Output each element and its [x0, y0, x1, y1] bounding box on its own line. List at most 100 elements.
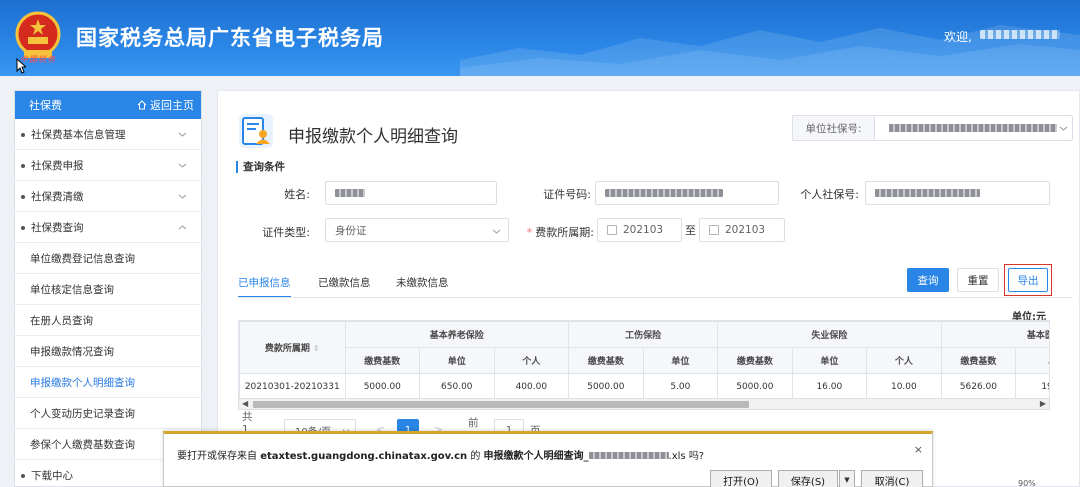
- document-user-icon: [239, 114, 273, 148]
- scrollbar-thumb[interactable]: [253, 401, 749, 408]
- query-conditions-label: 查询条件: [236, 161, 285, 173]
- detail-table: 费款所属期 ⇕ 基本养老保险 工伤保险 失业保险 基本医疗保险(二 缴费基数 单…: [238, 320, 1050, 400]
- personal-social-number-input[interactable]: [865, 181, 1050, 205]
- unit-social-number-select[interactable]: 单位社保号:: [792, 115, 1073, 141]
- return-home-label: 返回主页: [150, 99, 194, 112]
- table-cell: 5000.00: [344, 373, 421, 399]
- table-cell: 5000.00: [717, 373, 793, 399]
- id-number-label: 证件号码:: [543, 188, 591, 201]
- column-header-period[interactable]: 费款所属期 ⇕: [239, 321, 346, 374]
- download-notification-bar: 要打开或保存来自 etaxtest.guangdong.chinatax.gov…: [163, 431, 933, 487]
- column-header: 缴费基数: [940, 347, 1017, 374]
- calendar-icon: [709, 225, 719, 235]
- name-input[interactable]: [325, 181, 497, 205]
- scroll-right-icon[interactable]: ▶: [1040, 399, 1046, 409]
- column-header: 单位: [642, 347, 719, 374]
- tab-declared[interactable]: 已申报信息: [238, 275, 291, 298]
- sidebar: 社保费 返回主页 社保费基本信息管理 社保费申报 社保费清缴 社保费查询 单位缴…: [14, 90, 202, 487]
- period-to-input[interactable]: 202103: [699, 218, 785, 242]
- zoom-level[interactable]: 90%: [1018, 479, 1036, 487]
- column-group-pension: 基本养老保险: [344, 321, 570, 348]
- id-type-value: 身份证: [335, 224, 367, 237]
- chevron-down-icon: [1059, 126, 1068, 131]
- sidebar-header: 社保费 返回主页: [15, 91, 201, 119]
- period-from-input[interactable]: 202103: [597, 218, 682, 242]
- download-message: 要打开或保存来自 etaxtest.guangdong.chinatax.gov…: [177, 451, 705, 462]
- period-to-separator: 至: [685, 224, 696, 237]
- chevron-up-icon: [178, 224, 187, 229]
- tabs-divider: [238, 297, 1073, 298]
- table-row: 20210301-20210331 5000.00 650.00 400.00 …: [239, 373, 1049, 399]
- welcome-text: 欢迎,: [944, 30, 972, 44]
- column-header: 个人: [866, 347, 942, 374]
- mouse-cursor-icon: [16, 58, 26, 74]
- download-filename-masked: [588, 452, 669, 459]
- chevron-down-icon: [178, 163, 187, 168]
- table-cell: 20210301-20210331: [239, 373, 346, 399]
- column-group-unemployment: 失业保险: [717, 321, 942, 348]
- return-home-link[interactable]: 返回主页: [137, 97, 194, 113]
- welcome-username-masked[interactable]: [980, 30, 1060, 39]
- sidebar-item-registered-persons[interactable]: 在册人员查询: [15, 305, 201, 336]
- column-header: 个人: [493, 347, 570, 374]
- sidebar-title: 社保费: [29, 99, 62, 112]
- unit-social-number-masked: [889, 124, 1057, 132]
- tab-paid[interactable]: 已缴款信息: [318, 275, 371, 296]
- site-header: 中国税务 国家税务总局广东省电子税务局 欢迎,: [0, 0, 1080, 76]
- table-cell: 5000.00: [568, 373, 644, 399]
- sidebar-item-payment-status[interactable]: 申报缴款情况查询: [15, 336, 201, 367]
- chevron-down-icon: [178, 132, 187, 137]
- close-icon[interactable]: ×: [914, 443, 923, 456]
- personal-social-number-label: 个人社保号:: [800, 188, 859, 201]
- sidebar-item-unit-registration[interactable]: 单位缴费登记信息查询: [15, 243, 201, 274]
- table-cell: 5.00: [642, 373, 719, 399]
- name-label: 姓名:: [284, 188, 310, 201]
- id-type-select[interactable]: 身份证: [325, 218, 509, 242]
- column-header: 单位: [419, 347, 495, 374]
- column-header: 单位: [791, 347, 868, 374]
- table-cell: 5626.00: [940, 373, 1017, 399]
- id-number-input[interactable]: [595, 181, 779, 205]
- sidebar-group-declaration[interactable]: 社保费申报: [15, 150, 201, 181]
- export-button[interactable]: 导出: [1008, 268, 1048, 292]
- column-group-medical: 基本医疗保险(二: [940, 321, 1049, 348]
- sidebar-item-change-history[interactable]: 个人变动历史记录查询: [15, 398, 201, 429]
- sidebar-group-settlement[interactable]: 社保费清缴: [15, 181, 201, 212]
- column-group-injury: 工伤保险: [568, 321, 719, 348]
- tab-unpaid[interactable]: 未缴款信息: [396, 275, 449, 296]
- column-header: 缴费基数: [568, 347, 644, 374]
- page-title: 申报缴款个人明细查询: [288, 127, 458, 147]
- reset-button[interactable]: 重置: [957, 268, 999, 292]
- save-options-dropdown-icon[interactable]: ▼: [839, 470, 855, 487]
- home-icon: [137, 100, 147, 110]
- sidebar-item-personal-detail[interactable]: 申报缴款个人明细查询: [15, 367, 201, 398]
- cancel-button[interactable]: 取消(C): [861, 470, 923, 487]
- save-button[interactable]: 保存(S): [778, 470, 838, 487]
- table-horizontal-scrollbar[interactable]: ◀ ▶: [238, 398, 1050, 410]
- table-cell: 650.00: [419, 373, 495, 399]
- table-cell: 16.00: [791, 373, 868, 399]
- download-domain: etaxtest.guangdong.chinatax.gov.cn: [260, 451, 468, 462]
- scroll-left-icon[interactable]: ◀: [242, 399, 248, 409]
- sidebar-group-label: 社保费申报: [31, 159, 84, 172]
- unit-social-number-label: 单位社保号:: [793, 116, 875, 140]
- table-cell: 10.00: [866, 373, 942, 399]
- main-panel: 申报缴款个人明细查询 单位社保号: 查询条件 姓名: 证件号码: 个人社保号: …: [217, 90, 1080, 487]
- column-header: 缴费基数: [717, 347, 793, 374]
- sidebar-item-unit-assessment[interactable]: 单位核定信息查询: [15, 274, 201, 305]
- fee-period-label: * 费款所属期:: [526, 226, 594, 239]
- sidebar-group-query[interactable]: 社保费查询: [15, 212, 201, 243]
- sidebar-group-label: 社保费基本信息管理: [31, 128, 126, 141]
- table-cell: 400.00: [493, 373, 570, 399]
- sidebar-group-basic-info[interactable]: 社保费基本信息管理: [15, 119, 201, 150]
- sidebar-item-label: 下载中心: [31, 469, 73, 482]
- sidebar-group-label: 社保费查询: [31, 221, 84, 234]
- query-button[interactable]: 查询: [907, 268, 949, 292]
- site-title: 国家税务总局广东省电子税务局: [76, 26, 384, 50]
- download-filename-prefix: 申报缴款个人明细查询_: [483, 451, 589, 462]
- column-header: 缴费基数: [344, 347, 421, 374]
- chevron-down-icon: [178, 194, 187, 199]
- id-type-label: 证件类型:: [262, 226, 310, 239]
- open-button[interactable]: 打开(O): [710, 470, 772, 487]
- calendar-icon: [607, 225, 617, 235]
